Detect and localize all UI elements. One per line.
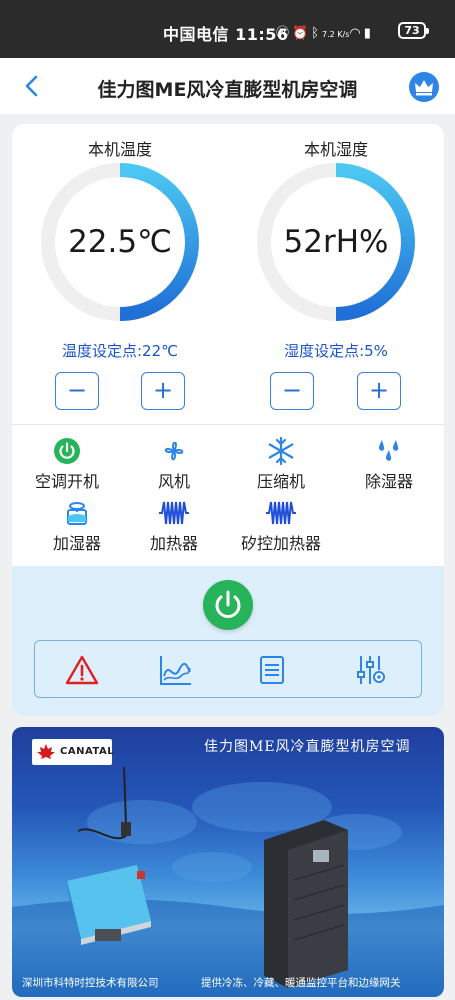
promo-banner[interactable]: CANATAL 佳力图ME风冷直膨型机房空调 深圳市科特时控技术有限公司 提供冷… — [12, 727, 444, 997]
water-drops-icon — [378, 440, 399, 461]
status-bar: 中国电信 11:56 Ⓝ⏰ᛒ7.2 K/s◠▮ 73 — [0, 0, 455, 58]
banner-company: 深圳市科特时控技术有限公司 — [22, 977, 159, 989]
banner-title: 佳力图ME风冷直膨型机房空调 — [204, 739, 411, 755]
heater-coil-icon — [159, 501, 189, 525]
alarm-icon: ⏰ — [292, 26, 312, 41]
alarm-warning-icon[interactable] — [65, 654, 99, 686]
device-label: 除湿器 — [364, 472, 413, 491]
chevron-left-icon[interactable] — [20, 74, 44, 98]
nav-bar: 佳力图ME风冷直膨型机房空调 — [0, 58, 455, 114]
maple-leaf-icon — [37, 744, 55, 759]
temperature-value: 22.5℃ — [68, 224, 172, 260]
humidity-value: 52rH% — [283, 224, 389, 260]
device-fan: 风机 — [119, 436, 229, 492]
battery-icon: 73 — [398, 22, 429, 39]
function-toolbar — [34, 640, 422, 698]
device-label: 矽控加热器 — [240, 534, 321, 553]
humidity-decrease-button[interactable]: − — [270, 372, 314, 410]
device-humidifier: 加湿器 — [22, 498, 132, 554]
status-card: 本机温度 22.5℃ 温度设定点:22℃ − + 本机湿度 52rH% 湿度设定… — [12, 124, 444, 716]
status-icons: Ⓝ⏰ᛒ7.2 K/s◠▮ — [276, 22, 374, 41]
divider — [12, 424, 444, 425]
settings-sliders-icon[interactable] — [353, 654, 387, 686]
device-heater: 加热器 — [119, 498, 229, 554]
page-title: 佳力图ME风冷直膨型机房空调 — [97, 79, 358, 101]
device-label: 加湿器 — [52, 534, 101, 553]
crown-icon — [415, 80, 433, 96]
banner-slogan: 提供冷冻、冷藏、暖通监控平台和边缘网关 — [201, 977, 401, 989]
control-panel — [12, 566, 444, 716]
battery-level: 73 — [404, 24, 420, 37]
power-status-icon — [54, 438, 80, 464]
canatal-logo: CANATAL — [32, 739, 115, 765]
device-ac-power: 空调开机 — [12, 436, 122, 492]
power-button[interactable] — [203, 580, 253, 630]
temperature-setpoint: 温度设定点:22℃ — [62, 342, 178, 360]
power-icon — [215, 590, 241, 618]
wifi-icon: ◠ — [349, 26, 364, 41]
bluetooth-icon: ᛒ — [311, 26, 323, 41]
banner-illustration — [12, 766, 444, 997]
temperature-title: 本机温度 — [87, 140, 152, 159]
device-label: 加热器 — [149, 534, 198, 553]
scr-heater-icon — [266, 501, 296, 525]
device-label: 压缩机 — [256, 472, 305, 491]
humidifier-icon — [67, 502, 87, 525]
humidity-setpoint: 湿度设定点:5% — [284, 342, 388, 360]
device-label: 空调开机 — [34, 472, 99, 491]
vip-button[interactable] — [409, 72, 439, 102]
net-speed-icon: 7.2 K/s — [322, 30, 350, 39]
temperature-decrease-button[interactable]: − — [55, 372, 99, 410]
fan-icon — [164, 441, 184, 461]
logo-text: CANATAL — [60, 746, 115, 757]
carrier-time: 中国电信 11:56 — [163, 25, 289, 44]
device-scr-heater: 矽控加热器 — [226, 498, 336, 554]
humidity-increase-button[interactable]: + — [357, 372, 401, 410]
snowflake-icon — [268, 436, 294, 466]
list-log-icon[interactable] — [255, 654, 289, 686]
trend-chart-icon[interactable] — [159, 654, 193, 686]
device-label: 风机 — [157, 472, 190, 491]
5g-signal-icon: ▮ — [363, 26, 374, 41]
nfc-icon: Ⓝ — [276, 26, 293, 41]
device-dehumidifier: 除湿器 — [334, 436, 444, 492]
temperature-increase-button[interactable]: + — [141, 372, 185, 410]
device-compressor: 压缩机 — [226, 436, 336, 492]
humidity-title: 本机湿度 — [303, 140, 368, 159]
